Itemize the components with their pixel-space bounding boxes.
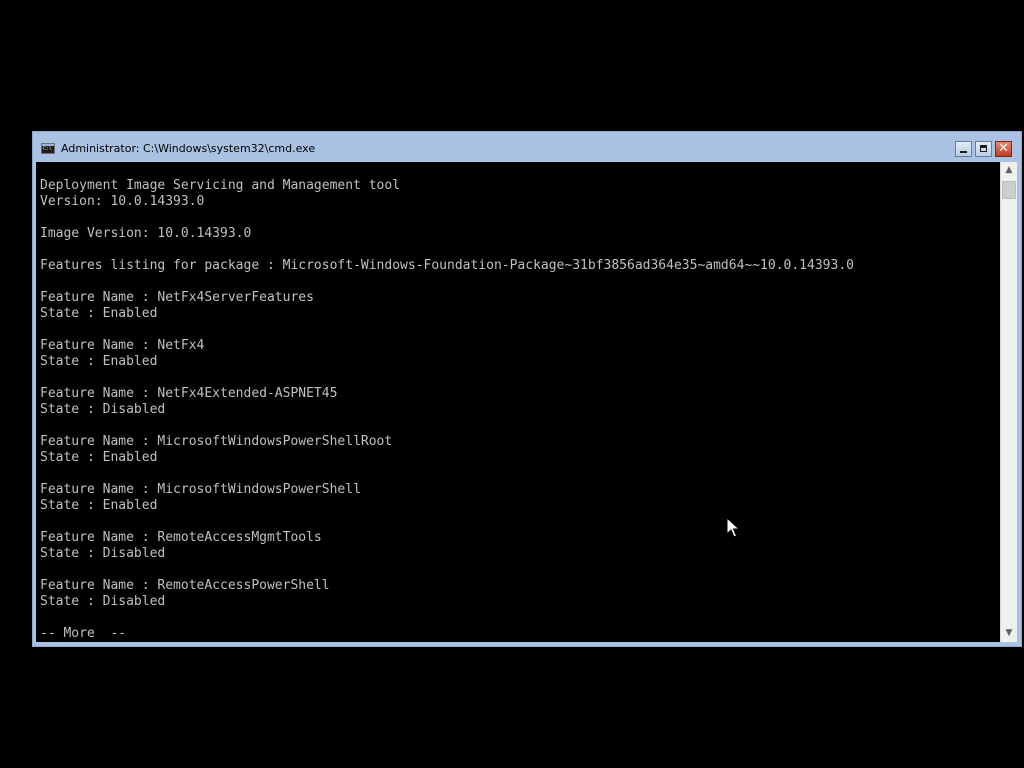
window-title: Administrator: C:\Windows\system32\cmd.e… — [61, 142, 316, 155]
scroll-up-arrow-icon: ▲ — [1005, 165, 1013, 175]
maximize-button[interactable] — [975, 141, 992, 157]
console-line: Feature Name : NetFx4Extended-ASPNET45 — [40, 386, 338, 401]
console-line: State : Disabled — [40, 594, 166, 609]
cmd-console-icon[interactable] — [41, 143, 55, 154]
desktop: Administrator: C:\Windows\system32\cmd.e… — [0, 0, 1024, 768]
cmd-window: Administrator: C:\Windows\system32\cmd.e… — [32, 131, 1022, 647]
scroll-down-button[interactable]: ▼ — [1001, 625, 1017, 642]
maximize-icon — [980, 145, 987, 152]
console-lines: Deployment Image Servicing and Managemen… — [36, 178, 854, 642]
minimize-icon — [960, 151, 967, 153]
console-line: Feature Name : MicrosoftWindowsPowerShel… — [40, 482, 361, 497]
console-line: State : Disabled — [40, 402, 166, 417]
console-line: Deployment Image Servicing and Managemen… — [40, 178, 401, 193]
console-line: Features listing for package : Microsoft… — [40, 258, 854, 273]
console-line: State : Enabled — [40, 498, 158, 513]
console-line: -- More -- — [40, 626, 127, 641]
console-line: Feature Name : RemoteAccessPowerShell — [40, 578, 330, 593]
console-output[interactable]: Deployment Image Servicing and Managemen… — [36, 162, 1000, 642]
close-icon: ✕ — [998, 141, 1009, 156]
console-line: State : Enabled — [40, 354, 158, 369]
scroll-up-button[interactable]: ▲ — [1001, 162, 1017, 179]
console-line: State : Enabled — [40, 450, 158, 465]
scroll-thumb[interactable] — [1002, 181, 1016, 199]
title-bar[interactable]: Administrator: C:\Windows\system32\cmd.e… — [33, 132, 1021, 162]
console-line: Feature Name : NetFx4 — [40, 338, 205, 353]
console-line: State : Disabled — [40, 546, 166, 561]
vertical-scrollbar[interactable]: ▲ ▼ — [1000, 162, 1017, 642]
minimize-button[interactable] — [955, 141, 972, 157]
console-line: State : Enabled — [40, 306, 158, 321]
scroll-down-arrow-icon: ▼ — [1005, 628, 1013, 638]
console-line: Version: 10.0.14393.0 — [40, 194, 205, 209]
console-line: Feature Name : NetFx4ServerFeatures — [40, 290, 314, 305]
mouse-pointer-icon — [726, 517, 740, 538]
console-line: Image Version: 10.0.14393.0 — [40, 226, 252, 241]
console-line: Feature Name : MicrosoftWindowsPowerShel… — [40, 434, 393, 449]
close-button[interactable]: ✕ — [995, 141, 1012, 157]
